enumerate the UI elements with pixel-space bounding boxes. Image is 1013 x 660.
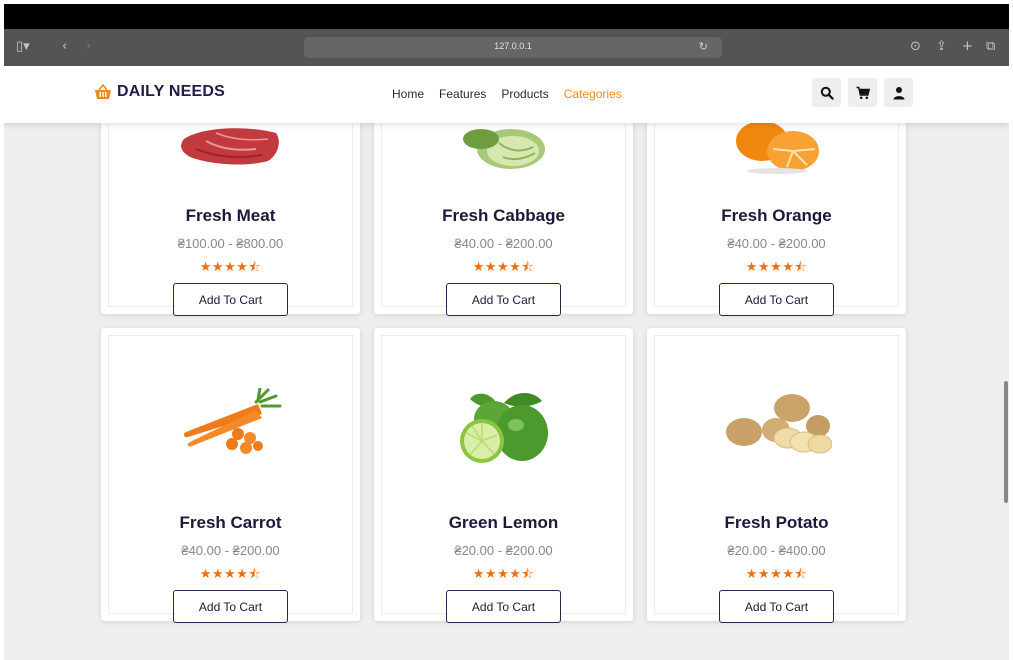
scrollbar-track[interactable]	[1003, 123, 1009, 660]
add-to-cart-button[interactable]: Add To Cart	[719, 590, 834, 623]
product-name: Green Lemon	[448, 513, 559, 532]
search-button[interactable]	[812, 78, 841, 107]
cart-icon	[856, 86, 870, 99]
lemon-image	[459, 393, 548, 463]
add-to-cart-button[interactable]: Add To Cart	[173, 283, 288, 316]
product-card-carrot: Fresh Carrot ₴40.00 - ₴200.00 ★★★★⯪ Add …	[101, 328, 360, 623]
star-rating: ★★★★⯪	[472, 260, 535, 275]
product-name: Fresh Orange	[721, 206, 832, 225]
page-viewport: DAILY NEEDS Home Features Products Categ…	[4, 66, 1009, 660]
new-tab-icon[interactable]: +	[962, 39, 973, 55]
nav-link-products[interactable]: Products	[501, 87, 548, 101]
product-name: Fresh Meat	[185, 206, 276, 225]
share-icon[interactable]: ⇪	[936, 39, 947, 55]
brand-name: DAILY NEEDS	[117, 83, 226, 100]
product-price: ₴40.00 - ₴200.00	[727, 236, 826, 251]
cabbage-image	[462, 129, 545, 169]
product-price: ₴100.00 - ₴800.00	[177, 236, 284, 251]
sidebar-toggle-icon[interactable]: ▯▾	[16, 39, 30, 55]
address-text: 127.0.0.1	[494, 41, 532, 51]
search-icon	[820, 86, 834, 100]
nav-icon-group	[812, 78, 920, 107]
forward-icon[interactable]: ›	[86, 39, 91, 55]
account-button[interactable]	[884, 78, 913, 107]
star-rating: ★★★★⯪	[472, 567, 535, 582]
product-price: ₴40.00 - ₴200.00	[454, 236, 553, 251]
star-rating: ★★★★⯪	[745, 260, 808, 275]
product-price: ₴20.00 - ₴200.00	[454, 543, 553, 558]
user-icon	[893, 86, 904, 99]
brand-logo[interactable]: DAILY NEEDS	[94, 83, 225, 101]
product-price: ₴20.00 - ₴400.00	[727, 543, 826, 558]
basket-icon	[95, 84, 111, 99]
nav-link-features[interactable]: Features	[439, 87, 486, 101]
nav-link-categories[interactable]: Categories	[564, 87, 622, 101]
add-to-cart-button[interactable]: Add To Cart	[446, 590, 561, 623]
scrollbar-thumb[interactable]	[1004, 381, 1008, 503]
add-to-cart-button[interactable]: Add To Cart	[446, 283, 561, 316]
meat-image	[180, 128, 279, 165]
star-rating: ★★★★⯪	[199, 260, 262, 275]
product-name: Fresh Cabbage	[442, 206, 565, 225]
nav-links: Home Features Products Categories	[392, 87, 637, 101]
browser-toolbar: ▯▾ ‹ › 127.0.0.1 ↻ ⊙ ⇪ + ⧉	[4, 29, 1009, 66]
screen: ▯▾ ‹ › 127.0.0.1 ↻ ⊙ ⇪ + ⧉ DAILY NEEDS H…	[0, 0, 1013, 660]
product-name: Fresh Potato	[724, 513, 829, 532]
star-rating: ★★★★⯪	[199, 567, 262, 582]
star-rating: ★★★★⯪	[745, 567, 808, 582]
back-icon[interactable]: ‹	[62, 39, 67, 55]
product-name: Fresh Carrot	[179, 513, 282, 532]
download-icon[interactable]: ⊙	[910, 39, 921, 55]
top-black-strip	[4, 4, 1009, 29]
carrot-image	[183, 388, 281, 454]
cart-button[interactable]	[848, 78, 877, 107]
nav-link-home[interactable]: Home	[392, 87, 424, 101]
tabs-overview-icon[interactable]: ⧉	[986, 39, 995, 55]
product-card-potato: Fresh Potato ₴20.00 - ₴400.00 ★★★★⯪ Add …	[647, 328, 906, 623]
site-navbar: DAILY NEEDS Home Features Products Categ…	[4, 66, 1009, 123]
reload-icon[interactable]: ↻	[699, 40, 708, 53]
address-bar[interactable]: 127.0.0.1 ↻	[304, 37, 722, 58]
add-to-cart-button[interactable]: Add To Cart	[719, 283, 834, 316]
add-to-cart-button[interactable]: Add To Cart	[173, 590, 288, 623]
product-card-lemon: Green Lemon ₴20.00 - ₴200.00 ★★★★⯪ Add T…	[374, 328, 633, 623]
potato-image	[725, 394, 832, 454]
orange-image	[735, 121, 819, 174]
product-price: ₴40.00 - ₴200.00	[181, 543, 280, 558]
